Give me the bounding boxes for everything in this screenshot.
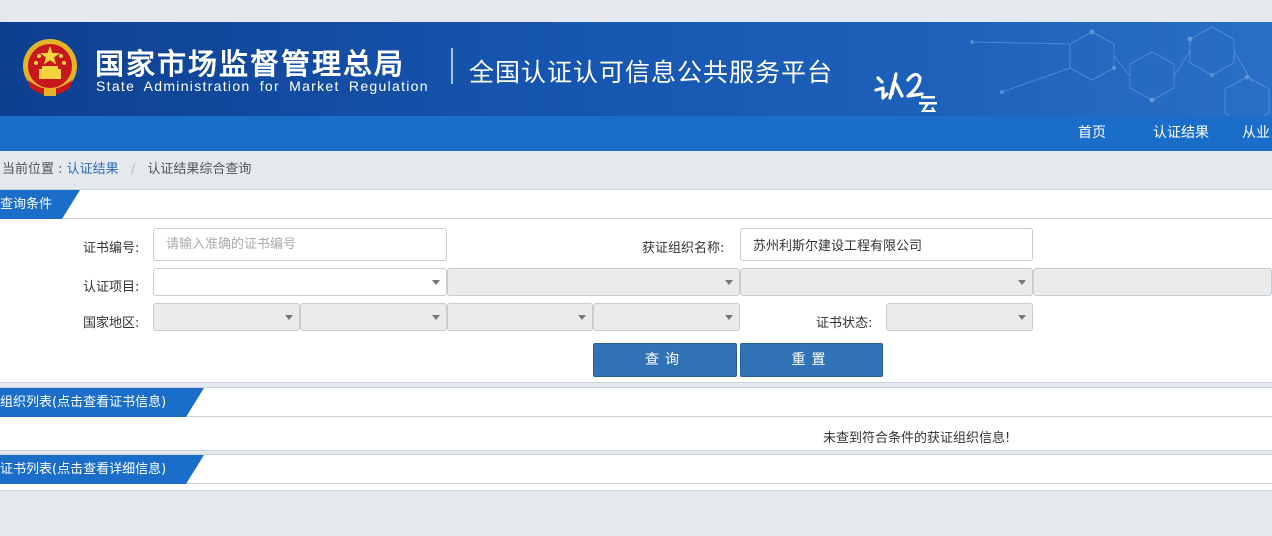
breadcrumb: 当前位置 : 认证结果 / 认证结果综合查询 (0, 151, 1272, 189)
status-select[interactable] (886, 303, 1033, 331)
search-button[interactable]: 查询 (593, 343, 737, 377)
query-form: 证书编号: 获证组织名称: 认证项目: 国家地区: 证书状态: 查询 重置 (0, 219, 1272, 383)
nav-item-home[interactable]: 首页 (1078, 116, 1106, 151)
cert-list-panel: 证书列表(点击查看详细信息) (0, 454, 1272, 491)
org-list-tab[interactable]: 组织列表(点击查看证书信息) (0, 388, 204, 417)
region-select-4[interactable] (593, 303, 740, 331)
chevron-down-icon (285, 315, 293, 320)
project-select-2[interactable] (447, 268, 740, 296)
org-list-panel: 组织列表(点击查看证书信息) 未查到符合条件的获证组织信息! (0, 387, 1272, 451)
org-name-input[interactable] (740, 228, 1033, 261)
nav-item-practitioners[interactable]: 从业 (1242, 116, 1270, 151)
project-label: 认证项目: (83, 280, 140, 295)
org-list-header: 组织列表(点击查看证书信息) (0, 388, 1272, 417)
agency-title-en: State Administration for Market Regulati… (96, 78, 429, 94)
region-select-1[interactable] (153, 303, 300, 331)
chevron-down-icon (1018, 315, 1026, 320)
renyun-logo-icon (874, 72, 937, 112)
org-list-empty-message: 未查到符合条件的获证组织信息! (823, 431, 1011, 446)
platform-title: 全国认证认可信息公共服务平台 (469, 58, 834, 87)
query-panel-header: 查询条件 (0, 190, 1272, 219)
chevron-down-icon (578, 315, 586, 320)
project-select-4[interactable] (1033, 268, 1272, 296)
chevron-down-icon (725, 315, 733, 320)
breadcrumb-separator: / (130, 162, 136, 177)
national-emblem-icon (23, 39, 77, 96)
region-label: 国家地区: (83, 316, 140, 331)
region-select-2[interactable] (300, 303, 447, 331)
cert-no-label: 证书编号: (83, 241, 140, 256)
main-nav: 首页 认证结果 从业 (0, 116, 1272, 151)
project-select-3[interactable] (740, 268, 1033, 296)
chevron-down-icon (725, 280, 733, 285)
chevron-down-icon (432, 315, 440, 320)
chevron-down-icon (432, 280, 440, 285)
cert-list-header: 证书列表(点击查看详细信息) (0, 455, 1272, 484)
nav-item-cert-results[interactable]: 认证结果 (1153, 116, 1209, 151)
org-name-label: 获证组织名称: (642, 241, 725, 256)
cert-list-tab[interactable]: 证书列表(点击查看详细信息) (0, 455, 204, 484)
top-strip (0, 0, 1272, 22)
query-panel: 查询条件 证书编号: 获证组织名称: 认证项目: 国家地区: 证书状态: 查询 … (0, 189, 1272, 383)
query-conditions-tab: 查询条件 (0, 190, 80, 219)
agency-title-cn: 国家市场监督管理总局 (95, 47, 406, 81)
breadcrumb-current: 认证结果综合查询 (147, 162, 252, 177)
reset-button[interactable]: 重置 (740, 343, 883, 377)
header-divider (451, 48, 453, 84)
project-select-1[interactable] (153, 268, 447, 296)
status-label: 证书状态: (816, 316, 873, 331)
region-select-3[interactable] (447, 303, 593, 331)
breadcrumb-link-cert-results[interactable]: 认证结果 (67, 162, 119, 177)
cert-no-input[interactable] (153, 228, 447, 261)
chevron-down-icon (1018, 280, 1026, 285)
site-header: 国家市场监督管理总局 State Administration for Mark… (0, 22, 1272, 116)
breadcrumb-prefix: 当前位置 : (2, 162, 63, 177)
